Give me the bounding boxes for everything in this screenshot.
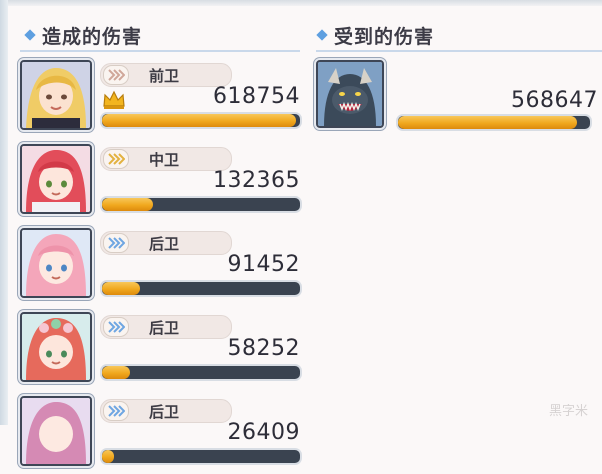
received-title-text: 受到的伤害: [334, 25, 435, 48]
frame-left-edge: [0, 0, 8, 425]
role-label: 中卫: [149, 151, 180, 169]
role-label: 后卫: [149, 235, 180, 253]
damage-value: 91452: [227, 252, 300, 277]
pink-hair-character-portrait-icon[interactable]: [20, 396, 92, 466]
chevron-role-icon: [103, 65, 129, 85]
received-section-title: 受到的伤害: [314, 22, 434, 48]
chevron-role-icon: [103, 401, 129, 421]
red-hair-flower-character-portrait-icon[interactable]: [20, 312, 92, 382]
damage-row[interactable]: 中卫 132365: [20, 144, 310, 222]
damage-bar-fill: [102, 282, 140, 295]
damage-row[interactable]: 前卫 618754: [20, 60, 310, 138]
monster-boss-portrait-icon[interactable]: [316, 60, 384, 128]
damage-value: 58252: [227, 336, 300, 361]
received-damage-row[interactable]: 568647: [316, 60, 602, 138]
role-badge: 后卫: [100, 231, 232, 255]
damage-bar-fill: [102, 198, 154, 211]
damage-row[interactable]: 后卫 26409: [20, 396, 310, 474]
damage-bar-fill: [102, 366, 130, 379]
crown-icon: [102, 90, 126, 110]
chevron-role-icon: [103, 233, 129, 253]
watermark-text: 黑字米: [548, 404, 588, 419]
pink-hair-character-portrait-icon[interactable]: [20, 228, 92, 298]
role-label: 前卫: [149, 67, 180, 85]
diamond-bullet-icon: [316, 29, 328, 41]
received-damage-value: 568647: [511, 88, 598, 113]
chevron-role-icon: [103, 149, 129, 169]
damage-row[interactable]: 后卫 58252: [20, 312, 310, 390]
chevron-role-icon: [103, 317, 129, 337]
damage-row[interactable]: 后卫 91452: [20, 228, 310, 306]
role-label: 后卫: [149, 319, 180, 337]
damage-bar: [100, 280, 302, 297]
dealt-title-underline: [20, 50, 300, 52]
damage-bar: [100, 196, 302, 213]
role-badge: 后卫: [100, 315, 232, 339]
damage-bar: [100, 364, 302, 381]
damage-value: 132365: [213, 168, 300, 193]
damage-bar: [100, 112, 302, 129]
blonde-character-portrait-icon[interactable]: [20, 60, 92, 130]
frame-top-edge: [0, 0, 602, 6]
diamond-bullet-icon: [24, 29, 36, 41]
damage-value: 618754: [213, 84, 300, 109]
damage-bar-fill: [102, 114, 297, 127]
red-hair-character-portrait-icon[interactable]: [20, 144, 92, 214]
damage-value: 26409: [227, 420, 300, 445]
received-title-underline: [316, 50, 602, 52]
role-label: 后卫: [149, 403, 180, 421]
damage-bar-fill: [102, 450, 114, 463]
dealt-title-text: 造成的伤害: [42, 25, 143, 48]
received-damage-bar: [396, 114, 592, 131]
received-damage-bar-fill: [398, 116, 577, 129]
damage-bar: [100, 448, 302, 465]
dealt-section-title: 造成的伤害: [22, 22, 142, 48]
role-badge: 后卫: [100, 399, 232, 423]
